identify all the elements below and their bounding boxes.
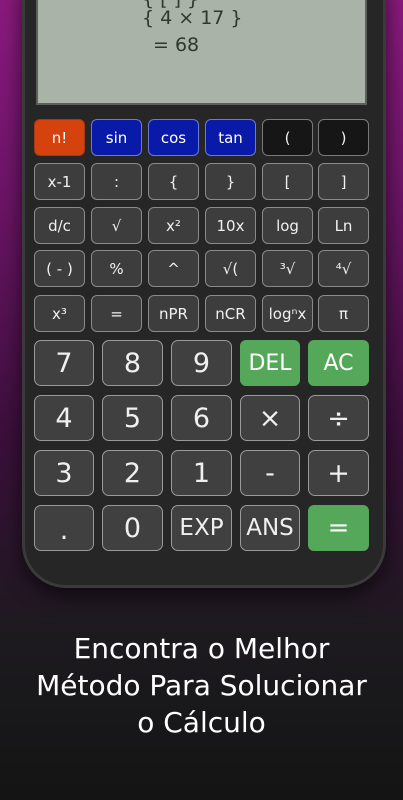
exp-key[interactable]: EXP: [171, 505, 232, 551]
open-brace-key[interactable]: {: [148, 163, 199, 200]
sqrt-paren-key[interactable]: √(: [205, 250, 256, 287]
ncr-key[interactable]: nCR: [205, 295, 256, 332]
log-base-key[interactable]: logⁿx: [262, 295, 313, 332]
digit-2-key[interactable]: 2: [102, 450, 163, 496]
caption-line-2: Método Para Solucionar: [36, 669, 367, 702]
ans-key[interactable]: ANS: [240, 505, 300, 551]
equals-small-key[interactable]: =: [91, 295, 142, 332]
ln-key[interactable]: Ln: [318, 207, 369, 244]
square-key[interactable]: x²: [148, 207, 199, 244]
display-result: = 68: [153, 34, 200, 56]
digit-5-key[interactable]: 5: [102, 395, 163, 441]
pi-key[interactable]: π: [318, 295, 369, 332]
add-key[interactable]: +: [308, 450, 369, 496]
cube-key[interactable]: x³: [34, 295, 85, 332]
reciprocal-key[interactable]: x-1: [34, 163, 85, 200]
promo-caption: Encontra o Melhor Método Para Solucionar…: [0, 630, 403, 741]
sin-key[interactable]: sin: [91, 119, 142, 156]
fraction-key[interactable]: d/c: [34, 207, 85, 244]
close-brace-key[interactable]: }: [205, 163, 256, 200]
npr-key[interactable]: nPR: [148, 295, 199, 332]
digit-4-key[interactable]: 4: [34, 395, 94, 441]
delete-key[interactable]: DEL: [240, 340, 300, 386]
digit-1-key[interactable]: 1: [171, 450, 232, 496]
log-key[interactable]: log: [262, 207, 313, 244]
caption-line-3: o Cálculo: [137, 706, 266, 739]
equals-key[interactable]: =: [308, 505, 369, 551]
calculator-display: { [ ] } { 4 × 17 } = 68: [36, 0, 367, 105]
close-bracket-key[interactable]: ]: [318, 163, 369, 200]
subtract-key[interactable]: -: [240, 450, 300, 496]
display-expression: { 4 × 17 }: [142, 7, 243, 29]
close-paren-key[interactable]: ): [318, 119, 369, 156]
divide-key[interactable]: ÷: [308, 395, 369, 441]
factorial-key[interactable]: n!: [34, 119, 85, 156]
cube-root-key[interactable]: ³√: [262, 250, 313, 287]
colon-key[interactable]: :: [91, 163, 142, 200]
percent-key[interactable]: %: [91, 250, 142, 287]
power-key[interactable]: ^: [148, 250, 199, 287]
negate-key[interactable]: ( - ): [34, 250, 85, 287]
digit-9-key[interactable]: 9: [171, 340, 232, 386]
digit-8-key[interactable]: 8: [102, 340, 163, 386]
fourth-root-key[interactable]: ⁴√: [318, 250, 369, 287]
multiply-key[interactable]: ×: [240, 395, 300, 441]
digit-6-key[interactable]: 6: [171, 395, 232, 441]
digit-7-key[interactable]: 7: [34, 340, 94, 386]
caption-line-1: Encontra o Melhor: [73, 632, 330, 665]
open-bracket-key[interactable]: [: [262, 163, 313, 200]
digit-3-key[interactable]: 3: [34, 450, 94, 496]
ten-power-key[interactable]: 10x: [205, 207, 256, 244]
all-clear-key[interactable]: AC: [308, 340, 369, 386]
digit-0-key[interactable]: 0: [102, 505, 163, 551]
open-paren-key[interactable]: (: [262, 119, 313, 156]
cos-key[interactable]: cos: [148, 119, 199, 156]
decimal-key[interactable]: .: [34, 505, 94, 551]
tan-key[interactable]: tan: [205, 119, 256, 156]
sqrt-key[interactable]: √: [91, 207, 142, 244]
